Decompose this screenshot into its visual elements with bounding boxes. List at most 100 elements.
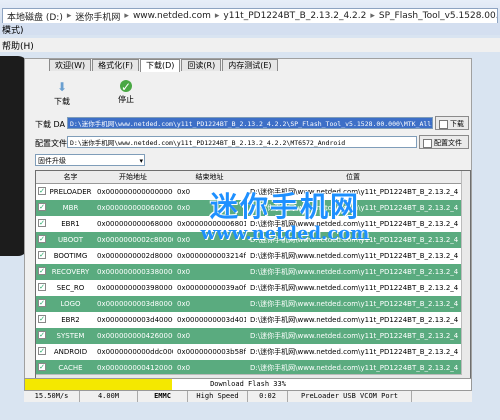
cell-name: MBR (62, 204, 79, 212)
row-checkbox[interactable]: ✓ (38, 331, 46, 339)
table-row[interactable]: ✓ SEC_RO 0x0000000003980000 0x00000000039a0… (36, 280, 462, 296)
cell-name: UBOOT (57, 236, 84, 244)
row-checkbox[interactable]: ✓ (38, 187, 46, 195)
cell-location: D:\迷你手机网\www.netded.com\y11t_PD1224BT_B_… (250, 204, 459, 212)
stop-button-label: 停止 (118, 95, 134, 104)
tab-download[interactable]: 下载(D) (140, 59, 181, 72)
row-checkbox[interactable]: ✓ (38, 251, 46, 259)
progress-bar: Download Flash 33% (24, 378, 472, 391)
header-end-address[interactable]: 结束地址 (173, 171, 246, 183)
download-agent-button[interactable]: 下载 DA (435, 116, 469, 142)
path-separator-icon: ▸ (214, 11, 220, 21)
table-row[interactable]: ✓ UBOOT 0x0000000002c80000 0x0 D:\迷你手机网\www.… (36, 232, 462, 248)
table-row[interactable]: ✓ EBR2 0x0000000003d40000 0x0000000003d401f… (36, 312, 462, 328)
vertical-scrollbar[interactable] (461, 171, 470, 382)
row-checkbox[interactable]: ✓ (38, 283, 46, 291)
cell-begin-address: 0x0000000003380000 (97, 268, 173, 276)
table-row[interactable]: ✓ MBR 0x0000000000600000 0x0 D:\迷你手机网\www.ne… (36, 200, 462, 216)
status-port: PreLoader USB VCOM Port (288, 391, 412, 402)
tab-format[interactable]: 格式化(F) (92, 59, 139, 71)
tab-readback[interactable]: 回读(R) (181, 59, 222, 71)
row-checkbox[interactable]: ✓ (38, 315, 46, 323)
download-button[interactable]: ⬇ 下载 (47, 80, 77, 107)
cell-end-address: 0x0 (177, 268, 191, 276)
row-checkbox[interactable]: ✓ (38, 347, 46, 355)
cell-begin-address: 0x0000000000ddc0000 (97, 348, 173, 356)
tab-welcome[interactable]: 欢迎(W) (49, 59, 92, 71)
path-separator-icon: ▸ (370, 11, 375, 21)
cell-begin-address: 0x0000000003d80000 (97, 300, 173, 308)
table-row[interactable]: ✓ RECOVERY 0x0000000003380000 0x0 D:\迷你手机网\w… (36, 264, 462, 280)
download-mode-select[interactable]: 固件升级 ▾ (35, 154, 145, 166)
row-checkbox[interactable]: ✓ (38, 203, 46, 211)
cell-location: D:\迷你手机网\www.netded.com\y11t_PD1224BT_B_… (250, 236, 459, 244)
cell-begin-address: 0x0000000003980000 (97, 284, 173, 292)
cell-begin-address: 0x0000000000000000 (97, 188, 173, 196)
header-begin-address[interactable]: 开始地址 (93, 171, 173, 183)
cell-location: D:\迷你手机网\www.netded.com\y11t_PD1224BT_B_… (250, 300, 459, 308)
table-row[interactable]: ✓ BOOTIMG 0x0000000002d80000 0x000000000321… (36, 248, 462, 264)
menu-bar: 帮助(H) (0, 38, 500, 52)
cell-end-address: 0x00000000039a0fff (177, 284, 246, 292)
table-header: 名字 开始地址 结束地址 位置 (36, 171, 470, 184)
tab-strip: 欢迎(W) 格式化(F) 下载(D) 回读(R) 内存测试(E) (49, 59, 279, 72)
cell-name: EBR2 (61, 316, 80, 324)
stop-check-icon: ✓ (120, 80, 132, 94)
row-checkbox[interactable]: ✓ (38, 299, 46, 307)
cell-end-address: 0x0 (177, 300, 191, 308)
window-title-bar: 模式) (0, 23, 500, 36)
menu-help[interactable]: 帮助(H) (2, 39, 34, 52)
tab-memory-test[interactable]: 内存测试(E) (222, 59, 278, 71)
header-checkbox[interactable] (36, 171, 48, 183)
table-row[interactable]: ✓ SYSTEM 0x0000000004260000 0x0 D:\迷你手机网\www… (36, 328, 462, 344)
path-separator-icon: ▸ (124, 11, 129, 21)
row-checkbox[interactable]: ✓ (38, 219, 46, 227)
cell-location: D:\迷你手机网\www.netded.com\y11t_PD1224BT_B_… (250, 220, 459, 228)
cell-begin-address: 0x0000000000680000 (97, 220, 173, 228)
window-bottom-edge (0, 404, 500, 420)
chevron-down-icon: ▾ (139, 157, 143, 165)
path-segment-folder-4[interactable]: SP_Flash_Tool_v5.1528.00.000 (379, 11, 497, 21)
cell-end-address: 0x0 (177, 204, 191, 212)
cell-location: D:\迷你手机网\www.netded.com\y11t_PD1224BT_B_… (250, 252, 459, 260)
scatter-file-field[interactable]: D:\迷你手机网\www.netded.com\y11t_PD1224BT_B_… (67, 136, 417, 148)
row-checkbox[interactable]: ✓ (38, 267, 46, 275)
cell-begin-address: 0x0000000000600000 (97, 204, 173, 212)
cell-name: SEC_RO (56, 284, 85, 292)
path-segment-folder-1[interactable]: 迷你手机网 (75, 10, 120, 23)
path-segment-folder-2[interactable]: www.netded.com (133, 11, 211, 21)
cell-location: D:\迷你手机网\www.netded.com\y11t_PD1224BT_B_… (250, 332, 459, 340)
cell-end-address: 0x0000000003b58f803 (177, 348, 246, 356)
table-row[interactable]: ✓ ANDROID 0x0000000000ddc0000 0x0000000003b… (36, 344, 462, 360)
scatter-file-label: 配置文件 (35, 139, 67, 148)
row-checkbox[interactable]: ✓ (38, 235, 46, 243)
address-bar[interactable]: 本地磁盘 (D:) ▸ 迷你手机网 ▸ www.netded.com ▸ y11… (2, 8, 498, 24)
cell-location: D:\迷你手机网\www.netded.com\y11t_PD1224BT_B_… (250, 284, 459, 292)
stop-button[interactable]: ✓ 停止 (111, 80, 141, 105)
path-separator-icon: ▸ (66, 11, 72, 21)
cell-location: D:\迷你手机网\www.netded.com\y11t_PD1224BT_B_… (250, 316, 459, 324)
status-bar: 15.50M/s 4.00M EMMC High Speed 0:02 PreL… (24, 391, 472, 402)
table-row[interactable]: ✓ EBR1 0x0000000000680000 0x00000000006801f… (36, 216, 462, 232)
download-agent-label: 下载 DA (35, 120, 66, 129)
status-speed-mode: High Speed (188, 391, 248, 402)
scatter-file-button[interactable]: 配置文件 (419, 135, 469, 149)
download-agent-field[interactable]: D:\迷你手机网\www.netded.com\y11t_PD1224BT_B_… (67, 117, 433, 129)
cell-name: SYSTEM (56, 332, 85, 340)
table-row[interactable]: ✓ PRELOADER 0x0000000000000000 0x0 D:\迷你手机网\… (36, 184, 462, 200)
header-location[interactable]: 位置 (246, 171, 460, 183)
cell-end-address: 0x0 (177, 332, 191, 340)
row-checkbox[interactable]: ✓ (38, 363, 46, 371)
cell-location: D:\迷你手机网\www.netded.com\y11t_PD1224BT_B_… (250, 188, 459, 196)
cell-name: ANDROID (53, 348, 88, 356)
path-segment-drive[interactable]: 本地磁盘 (D:) (7, 10, 63, 23)
path-segment-folder-3[interactable]: y11t_PD1224BT_B_2.13.2_4.2.2 (223, 11, 366, 21)
cell-begin-address: 0x0000000004260000 (97, 332, 173, 340)
cell-name: LOGO (60, 300, 81, 308)
status-speed: 15.50M/s (24, 391, 80, 402)
table-row[interactable]: ✓ LOGO 0x0000000003d80000 0x0 D:\迷你手机网\www.n… (36, 296, 462, 312)
download-mode-value: 固件升级 (38, 157, 66, 165)
partition-table: 名字 开始地址 结束地址 位置 ✓ PRELOADER 0x000000000000… (35, 170, 471, 383)
header-name[interactable]: 名字 (48, 171, 93, 183)
cell-name: EBR1 (61, 220, 80, 228)
